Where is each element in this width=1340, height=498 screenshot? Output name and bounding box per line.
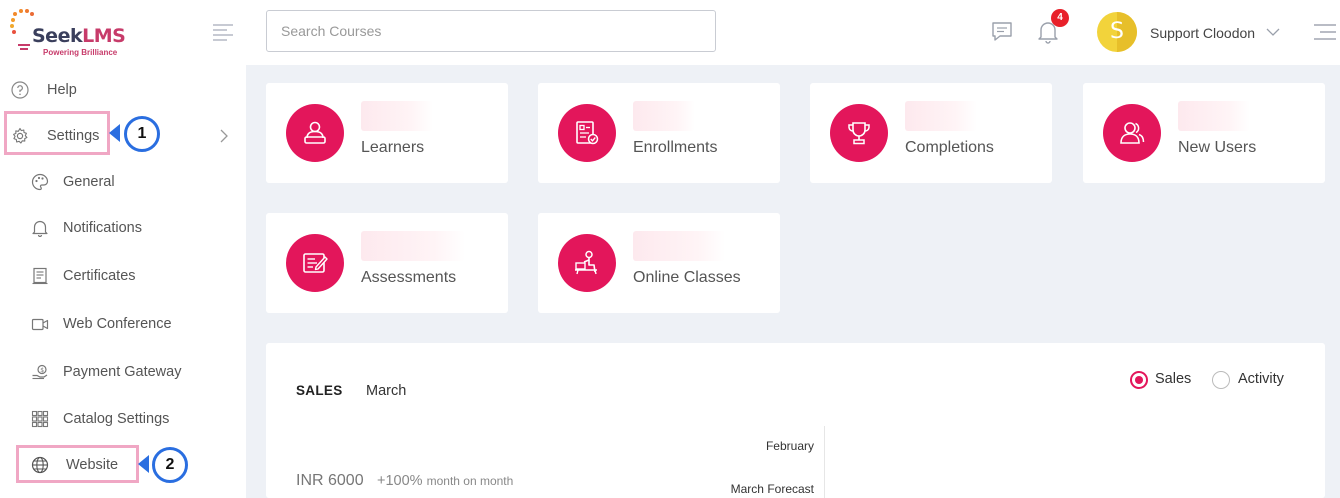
learner-icon-circle	[286, 104, 344, 162]
stat-card-enrollments[interactable]: Enrollments	[538, 83, 780, 183]
payment-icon: $	[32, 364, 48, 380]
help-icon	[11, 81, 29, 99]
sales-panel: SALES March Sales Activity February Marc…	[266, 343, 1325, 498]
svg-text:$: $	[40, 367, 44, 374]
sidebar-item-label: Certificates	[63, 268, 136, 284]
bell-icon	[32, 220, 48, 237]
sidebar-item-general[interactable]: General	[0, 161, 246, 201]
redacted-count	[361, 231, 465, 261]
redacted-count	[1178, 101, 1250, 131]
sales-change: +100% month on month	[377, 473, 513, 489]
stat-card-online-classes[interactable]: Online Classes	[538, 213, 780, 313]
online-class-icon	[575, 250, 597, 275]
user-avatar[interactable]: S	[1097, 12, 1137, 52]
notification-count-badge: 4	[1051, 9, 1069, 27]
chat-icon[interactable]	[991, 21, 1013, 43]
sidebar-item-certificates[interactable]: Certificates	[0, 255, 246, 295]
redacted-count	[361, 101, 433, 131]
sidebar-item-label: Notifications	[63, 220, 142, 236]
radio-activity-label[interactable]: Activity	[1238, 371, 1284, 387]
chevron-right-icon	[220, 129, 228, 143]
callout-arrow-1	[109, 124, 120, 142]
menu-icon[interactable]	[1314, 24, 1336, 40]
trophy-icon	[848, 122, 870, 145]
chart-axis-line	[824, 426, 825, 498]
logo-tagline: Powering Brilliance	[43, 48, 118, 57]
globe-icon	[31, 456, 49, 474]
stat-label: Enrollments	[633, 139, 718, 156]
gear-icon	[13, 127, 28, 144]
sidebar-item-label: Web Conference	[63, 316, 172, 332]
sidebar-item-label: Help	[47, 82, 77, 98]
learner-icon	[304, 121, 326, 144]
assessment-icon-circle	[286, 234, 344, 292]
chevron-down-icon[interactable]	[1266, 27, 1280, 37]
palette-icon	[31, 173, 49, 191]
sidebar-item-catalog-settings[interactable]: Catalog Settings	[0, 398, 246, 438]
sidebar-item-label: Payment Gateway	[63, 364, 182, 380]
stat-card-completions[interactable]: Completions	[810, 83, 1052, 183]
search-input[interactable]	[266, 10, 716, 52]
stat-label: Completions	[905, 139, 994, 156]
certificate-icon	[32, 267, 48, 285]
video-icon	[31, 318, 49, 331]
callout-arrow-2	[138, 455, 149, 473]
change-value: +100%	[377, 473, 423, 489]
user-name[interactable]: Support Cloodon	[1150, 25, 1255, 41]
trophy-icon-circle	[830, 104, 888, 162]
assessment-icon	[303, 253, 328, 273]
sidebar-item-payment-gateway[interactable]: $ Payment Gateway	[0, 351, 246, 391]
sidebar-item-label: Website	[66, 457, 119, 473]
stat-label: Assessments	[361, 269, 457, 286]
legend-march-forecast: March Forecast	[730, 482, 814, 496]
enrollment-icon-circle	[558, 104, 616, 162]
radio-sales[interactable]	[1130, 371, 1148, 389]
stat-card-new-users[interactable]: New Users	[1083, 83, 1325, 183]
sidebar: Help Settings General Notifications Cert…	[0, 65, 246, 498]
sidebar-item-label: Catalog Settings	[63, 411, 170, 427]
stat-card-assessments[interactable]: Assessments	[266, 213, 508, 313]
callout-badge-2: 2	[152, 447, 188, 483]
stat-card-learners[interactable]: Learners	[266, 83, 508, 183]
top-bar: SeekLMS Powering Brilliance 4 S Support …	[0, 0, 1340, 65]
sidebar-toggle-icon[interactable]	[213, 24, 233, 41]
period-selector[interactable]: March	[366, 383, 406, 399]
stat-label: Online Classes	[633, 269, 741, 286]
redacted-count	[905, 101, 977, 131]
sidebar-item-web-conference[interactable]: Web Conference	[0, 303, 246, 343]
change-suffix: month on month	[426, 474, 514, 488]
new-users-icon-circle	[1103, 104, 1161, 162]
radio-activity[interactable]	[1212, 371, 1230, 389]
seeklms-logo[interactable]: SeekLMS Powering Brilliance	[10, 8, 130, 60]
sidebar-item-notifications[interactable]: Notifications	[0, 207, 246, 247]
sidebar-item-label: Settings	[47, 128, 100, 144]
radio-sales-label[interactable]: Sales	[1155, 371, 1191, 387]
redacted-count	[633, 231, 725, 261]
sidebar-item-settings[interactable]: Settings	[0, 115, 246, 155]
logo-text: SeekLMS	[32, 25, 126, 47]
tab-sales[interactable]: SALES	[296, 383, 343, 398]
grid-icon	[31, 410, 49, 428]
callout-badge-1: 1	[124, 116, 160, 152]
sidebar-item-website[interactable]: Website	[0, 444, 246, 484]
sales-amount: INR 6000	[296, 472, 364, 489]
stat-label: Learners	[361, 139, 425, 156]
legend-february: February	[765, 439, 814, 453]
online-class-icon-circle	[558, 234, 616, 292]
redacted-count	[633, 101, 695, 131]
stat-label: New Users	[1178, 139, 1257, 156]
sidebar-item-label: General	[63, 174, 115, 190]
new-users-icon	[1120, 122, 1145, 144]
sidebar-item-help[interactable]: Help	[0, 69, 246, 109]
enrollment-icon	[576, 121, 599, 145]
avatar-initial: S	[1110, 19, 1124, 44]
